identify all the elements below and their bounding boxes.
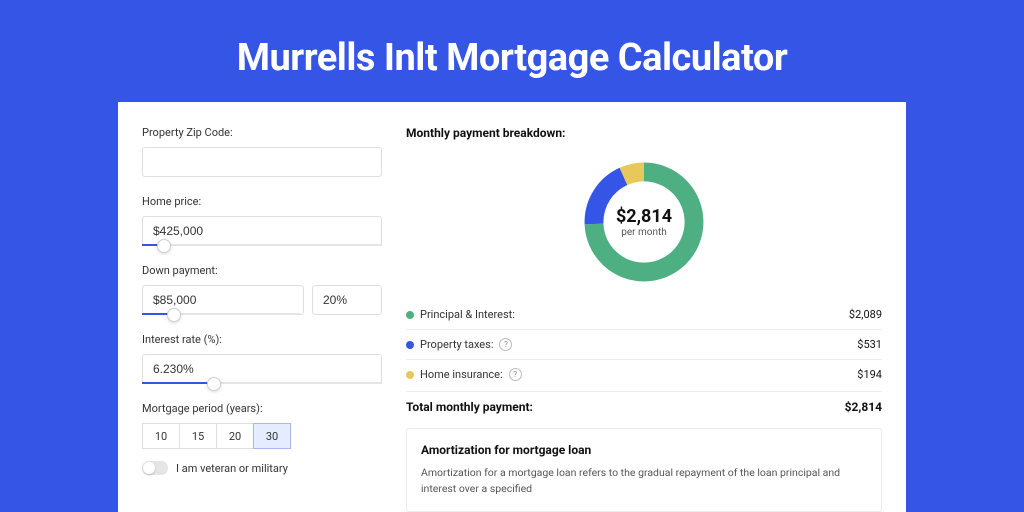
legend-row: Property taxes: ? $531: [406, 329, 882, 359]
home-price-slider[interactable]: [142, 244, 382, 246]
veteran-toggle[interactable]: [142, 461, 168, 475]
amortization-title: Amortization for mortgage loan: [421, 443, 867, 457]
legend-value: $194: [857, 368, 882, 381]
donut-center-sub: per month: [621, 227, 667, 238]
down-payment-pct-input[interactable]: [312, 285, 382, 315]
down-payment-slider[interactable]: [142, 313, 300, 315]
legend-label: Property taxes:: [420, 338, 493, 351]
mortgage-period-label: Mortgage period (years):: [142, 402, 382, 415]
legend-value: $2,089: [849, 308, 882, 321]
legend-label: Principal & Interest:: [420, 308, 515, 321]
down-payment-amount-input[interactable]: [142, 285, 304, 315]
page-title: Murrells Inlt Mortgage Calculator: [0, 36, 1024, 80]
slider-thumb[interactable]: [207, 377, 221, 391]
legend-dot: [406, 371, 414, 379]
period-option-10[interactable]: 10: [142, 423, 180, 449]
zip-label: Property Zip Code:: [142, 126, 382, 139]
amortization-box: Amortization for mortgage loan Amortizat…: [406, 428, 882, 512]
amortization-text: Amortization for a mortgage loan refers …: [421, 465, 867, 497]
breakdown-title: Monthly payment breakdown:: [406, 126, 882, 140]
total-label: Total monthly payment:: [406, 400, 533, 414]
form-column: Property Zip Code: Home price: Down paym…: [142, 126, 382, 512]
calculator-panel: Property Zip Code: Home price: Down paym…: [118, 102, 906, 512]
legend-row: Principal & Interest: $2,089: [406, 300, 882, 329]
legend-value: $531: [857, 338, 882, 351]
slider-thumb[interactable]: [167, 308, 181, 322]
legend-dot: [406, 311, 414, 319]
period-option-20[interactable]: 20: [216, 423, 254, 449]
breakdown-legend: Principal & Interest: $2,089 Property taxe…: [406, 300, 882, 389]
legend-label: Home insurance:: [420, 368, 503, 381]
breakdown-column: Monthly payment breakdown: $2,814 per mo…: [406, 126, 882, 512]
slider-thumb[interactable]: [157, 239, 171, 253]
interest-rate-input[interactable]: [142, 354, 382, 384]
interest-rate-slider[interactable]: [142, 382, 382, 384]
down-payment-label: Down payment:: [142, 264, 382, 277]
home-price-input[interactable]: [142, 216, 382, 246]
help-icon[interactable]: ?: [509, 368, 522, 381]
legend-dot: [406, 341, 414, 349]
interest-rate-label: Interest rate (%):: [142, 333, 382, 346]
home-price-label: Home price:: [142, 195, 382, 208]
legend-row: Home insurance: ? $194: [406, 359, 882, 389]
period-option-30[interactable]: 30: [253, 423, 291, 449]
payment-donut-chart: $2,814 per month: [578, 156, 710, 288]
hero-banner: Murrells Inlt Mortgage Calculator Proper…: [0, 0, 1024, 512]
total-value: $2,814: [845, 400, 882, 414]
mortgage-period-group: 10152030: [142, 423, 382, 449]
zip-input[interactable]: [142, 147, 382, 177]
donut-center-amount: $2,814: [616, 206, 672, 227]
help-icon[interactable]: ?: [499, 338, 512, 351]
veteran-label: I am veteran or military: [176, 462, 288, 475]
period-option-15[interactable]: 15: [179, 423, 217, 449]
